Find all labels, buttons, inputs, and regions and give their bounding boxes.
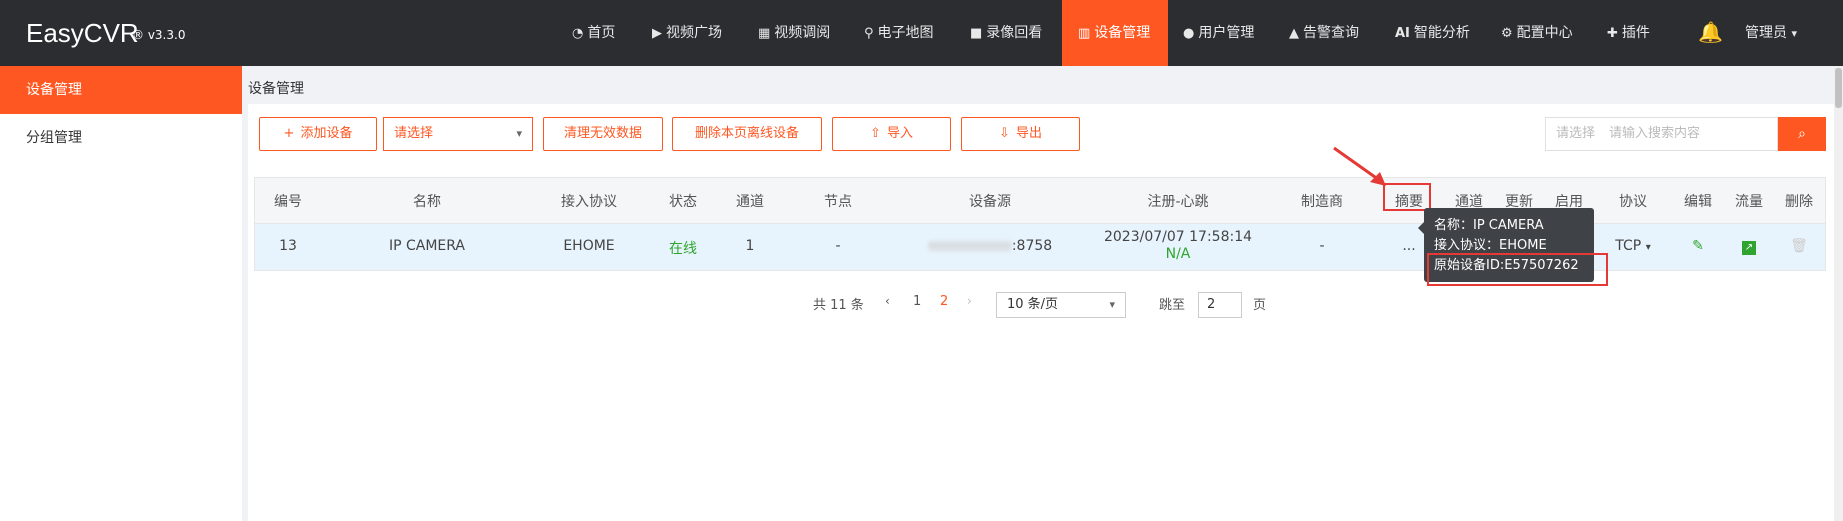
chevron-down-icon: ▾	[516, 127, 522, 140]
grid-icon: ▦	[758, 26, 771, 41]
col-node: 节点	[824, 194, 852, 210]
search-placeholder: 请输入搜索内容	[1609, 126, 1701, 141]
col-edit: 编辑	[1684, 194, 1712, 210]
col-manufacturer: 制造商	[1301, 194, 1343, 210]
col-transport: 协议	[1619, 194, 1647, 210]
user-menu[interactable]: 管理员 ▾	[1745, 0, 1797, 67]
chevron-down-icon: ▾	[1645, 242, 1651, 253]
ai-icon: AI	[1395, 26, 1410, 41]
nav-user-management[interactable]: ● 用户管理	[1183, 0, 1254, 66]
play-icon: ▶	[652, 26, 662, 41]
col-traffic: 流量	[1735, 194, 1763, 210]
nav-plugins[interactable]: ✚ 插件	[1607, 0, 1650, 66]
version-label: ® v3.3.0	[132, 28, 186, 42]
plus-icon: +	[283, 126, 295, 141]
chevron-down-icon: ▾	[1109, 298, 1115, 311]
export-button[interactable]: ⇩ 导出	[961, 117, 1080, 151]
search-button[interactable]: ⌕	[1778, 117, 1826, 151]
nav-alarm-query[interactable]: ▲ 告警查询	[1289, 0, 1359, 66]
nav-device-management[interactable]: ▥ 设备管理	[1062, 0, 1168, 66]
col-protocol: 接入协议	[561, 194, 617, 210]
col-delete: 删除	[1785, 194, 1813, 210]
cell-name: IP CAMERA	[388, 238, 466, 254]
user-icon: ●	[1183, 26, 1195, 41]
cell-status: 在线	[669, 241, 697, 257]
page-unit: 页	[1253, 298, 1267, 313]
col-name: 名称	[413, 194, 441, 210]
delete-offline-devices-button[interactable]: 删除本页离线设备	[672, 117, 822, 151]
cell-source: :8758	[927, 238, 1052, 254]
search-input[interactable]: 请选择 请输入搜索内容	[1545, 117, 1778, 151]
nav-map[interactable]: ⚲ 电子地图	[864, 0, 934, 66]
alarm-icon: ▲	[1289, 26, 1299, 41]
col-id: 编号	[274, 194, 302, 210]
col-source: 设备源	[969, 194, 1011, 210]
page-size-select[interactable]: 10 条/页 ▾	[996, 292, 1126, 318]
add-device-button[interactable]: + 添加设备	[259, 117, 377, 151]
page-2[interactable]: 2	[940, 294, 948, 309]
device-id-highlight	[1427, 253, 1608, 286]
nav-config-center[interactable]: ⚙ 配置中心	[1501, 0, 1573, 66]
cell-summary[interactable]: ...	[1402, 238, 1415, 254]
edit-icon[interactable]: ✎	[1692, 238, 1704, 254]
cell-id: 13	[279, 238, 297, 254]
col-register-heartbeat: 注册-心跳	[1147, 194, 1209, 210]
filter-select[interactable]: 请选择 ▾	[383, 117, 533, 151]
scrollbar[interactable]	[1834, 66, 1843, 521]
video-camera-icon: ■	[970, 26, 983, 41]
sidebar: 设备管理 分组管理	[0, 66, 242, 521]
jump-page-input[interactable]: 2	[1198, 292, 1242, 318]
jump-label: 跳至	[1159, 298, 1186, 313]
tooltip-pointer	[1418, 222, 1424, 234]
cell-register-heartbeat: 2023/07/07 17:58:14 N/A	[1103, 229, 1253, 262]
map-pin-icon: ⚲	[864, 26, 874, 41]
nav-playback[interactable]: ■ 录像回看	[970, 0, 1042, 66]
puzzle-icon: ✚	[1607, 26, 1618, 41]
tooltip-name: 名称：IP CAMERA	[1434, 218, 1544, 233]
annotation-arrow	[1333, 146, 1386, 186]
redacted-ip	[927, 241, 1012, 251]
summary-header-highlight	[1383, 183, 1431, 211]
chevron-down-icon: ▾	[1791, 27, 1797, 40]
cell-manufacturer: -	[1319, 238, 1325, 254]
breadcrumb: 设备管理	[248, 81, 304, 97]
nav-home[interactable]: ◔ 首页	[572, 0, 615, 66]
col-channels: 通道	[736, 194, 764, 210]
sidebar-item-group-management[interactable]: 分组管理	[0, 114, 242, 162]
brand-logo-text: EasyCVR	[26, 18, 139, 48]
cell-node: -	[835, 238, 841, 254]
dashboard-icon: ◔	[572, 26, 584, 41]
cell-protocol: EHOME	[563, 238, 615, 254]
bell-icon[interactable]: 🔔	[1698, 20, 1723, 44]
col-status: 状态	[669, 194, 697, 210]
device-icon: ▥	[1078, 26, 1091, 41]
total-count: 共 11 条	[813, 298, 864, 313]
search-field-select[interactable]: 请选择	[1556, 126, 1595, 141]
search-icon: ⌕	[1798, 126, 1806, 142]
nav-video-browse[interactable]: ▦ 视频调阅	[758, 0, 830, 66]
nav-video-square[interactable]: ▶ 视频广场	[652, 0, 722, 66]
traffic-chart-icon[interactable]: ↗	[1742, 238, 1756, 255]
next-page-icon[interactable]: ›	[967, 294, 972, 308]
nav-ai-analysis[interactable]: AI 智能分析	[1395, 0, 1470, 66]
clear-invalid-data-button[interactable]: 清理无效数据	[543, 117, 663, 151]
top-navbar: EasyCVR ® v3.3.0 ◔ 首页 ▶ 视频广场 ▦ 视频调阅 ⚲ 电子地图 ■…	[0, 0, 1843, 66]
scrollbar-thumb[interactable]	[1835, 68, 1842, 108]
transport-select[interactable]: TCP ▾	[1615, 238, 1650, 254]
prev-page-icon[interactable]: ‹	[885, 294, 890, 308]
page-1[interactable]: 1	[913, 294, 921, 309]
gear-icon: ⚙	[1501, 26, 1513, 41]
trash-icon[interactable]: 🗑	[1790, 238, 1808, 254]
cell-channels: 1	[745, 238, 755, 254]
upload-icon: ⇧	[870, 126, 881, 141]
import-button[interactable]: ⇧ 导入	[832, 117, 951, 151]
sidebar-item-device-management[interactable]: 设备管理	[0, 66, 242, 114]
download-icon: ⇩	[999, 126, 1010, 141]
